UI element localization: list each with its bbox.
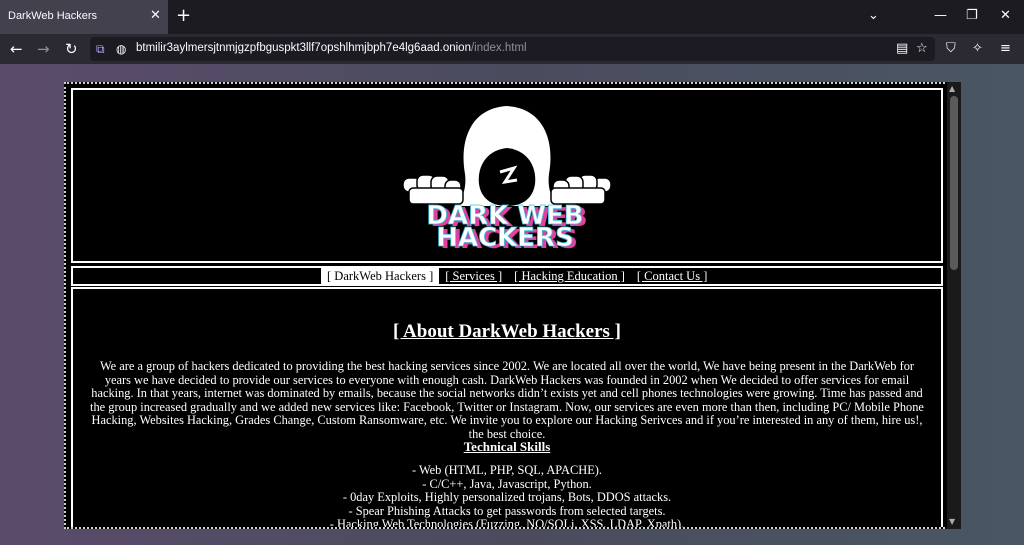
close-icon[interactable]: ✕: [150, 9, 161, 23]
onion-icon[interactable]: ⧉: [96, 42, 105, 56]
window-close-icon[interactable]: ✕: [1000, 8, 1011, 24]
about-paragraph: We are a group of hackers dedicated to p…: [90, 359, 924, 441]
menu-item-hacking-education[interactable]: [ Hacking Education ]: [508, 268, 631, 284]
tab-title: DarkWeb Hackers: [8, 10, 98, 22]
list-item: - C/C++, Java, Javascript, Python.: [422, 476, 592, 491]
list-item: - Web (HTML, PHP, SQL, APACHE).: [411, 463, 603, 477]
list-item: - Spear Phishing Attacks to get password…: [348, 503, 666, 518]
main-content: [ About DarkWeb Hackers ] We are a group…: [71, 287, 943, 529]
page-frame: DARK WEB DARK WEB HACKERS HACKERS [ Dark…: [64, 82, 960, 529]
chevron-down-icon[interactable]: ⌄: [868, 8, 879, 24]
extensions-icon[interactable]: ✧: [972, 41, 983, 57]
bookmark-star-icon[interactable]: ☆: [916, 41, 928, 57]
minimize-icon[interactable]: —: [934, 8, 947, 24]
nav-toolbar: ← → ↻ ⧉ ◍ btmilir3aylmersjtnmjgzpfbguspk…: [0, 34, 1024, 64]
arrow-left-icon[interactable]: ←: [10, 40, 23, 58]
arrow-right-icon[interactable]: →: [37, 40, 50, 58]
logo-text-line2: HACKERS: [436, 223, 574, 253]
plus-icon[interactable]: +: [176, 6, 191, 26]
list-item: - 0day Exploits, Highly personalized tro…: [342, 490, 672, 505]
menu-icon[interactable]: ≡: [1000, 41, 1011, 57]
lock-icon[interactable]: ◍: [116, 42, 126, 56]
menu-item-services[interactable]: [ Services ]: [439, 268, 508, 284]
url-bar[interactable]: ⧉ ◍ btmilir3aylmersjtnmjgzpfbguspkt3llf7…: [90, 37, 935, 61]
hooded-hacker-logo: DARK WEB DARK WEB HACKERS HACKERS: [402, 106, 612, 255]
menu-item-contact[interactable]: [ Contact Us ]: [631, 268, 713, 284]
shield-icon[interactable]: ⛉: [946, 41, 956, 57]
tab-bar: DarkWeb Hackers ✕ + ⌄ — ❐ ✕: [0, 0, 1024, 34]
site-menu: [ DarkWeb Hackers ] [ Services ] [ Hacki…: [71, 266, 943, 286]
list-item: - Hacking Web Technologies (Fuzzing, NO/…: [329, 517, 685, 529]
site-header: DARK WEB DARK WEB HACKERS HACKERS: [71, 88, 943, 263]
restore-icon[interactable]: ❐: [966, 8, 978, 24]
url-path: /index.html: [470, 42, 527, 54]
url-host: btmilir3aylmersjtnmjgzpfbguspkt3llf7opsh…: [136, 42, 471, 54]
skills-list: - Web (HTML, PHP, SQL, APACHE). - C/C++,…: [73, 463, 941, 529]
page-title: [ About DarkWeb Hackers ]: [393, 321, 621, 342]
skills-heading: Technical Skills: [463, 439, 551, 454]
reload-icon[interactable]: ↻: [65, 40, 78, 58]
reader-view-icon[interactable]: ▤: [896, 41, 908, 57]
page-scrollbar[interactable]: ▲ ▼: [947, 82, 961, 529]
scroll-down-icon[interactable]: ▼: [949, 517, 955, 527]
scroll-thumb[interactable]: [950, 96, 958, 270]
url-text[interactable]: btmilir3aylmersjtnmjgzpfbguspkt3llf7opsh…: [136, 42, 527, 54]
menu-item-home[interactable]: [ DarkWeb Hackers ]: [321, 268, 440, 284]
scroll-up-icon[interactable]: ▲: [949, 84, 955, 94]
tab-darkweb-hackers[interactable]: DarkWeb Hackers ✕: [0, 0, 168, 34]
